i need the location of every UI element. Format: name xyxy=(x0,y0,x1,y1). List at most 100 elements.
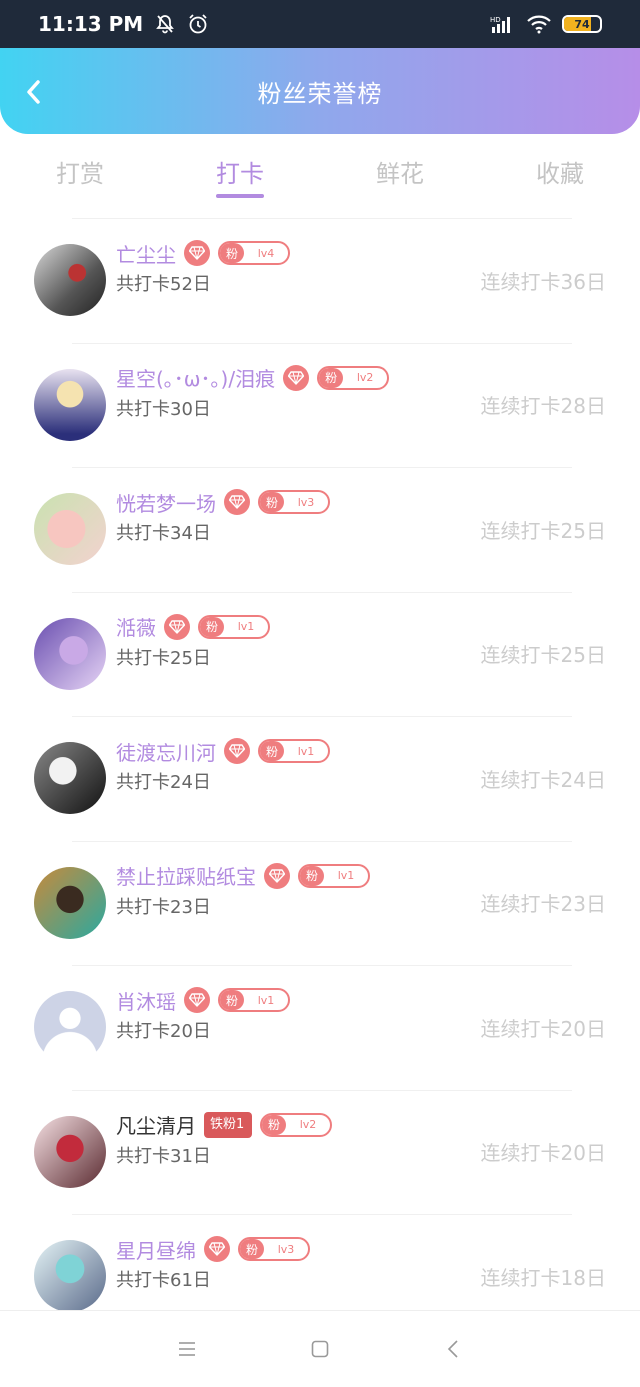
avatar[interactable] xyxy=(34,368,106,441)
avatar[interactable] xyxy=(34,617,106,690)
user-info: 亡尘尘 粉 lv4 共打卡52日 xyxy=(116,238,290,296)
fan-level-badge: 粉 lv2 xyxy=(260,1112,332,1137)
iron-fan-tag: 铁粉1 xyxy=(204,1111,252,1138)
username[interactable]: 亡尘尘 xyxy=(116,239,176,268)
home-button[interactable] xyxy=(300,1329,340,1369)
back-nav-button[interactable] xyxy=(433,1329,473,1369)
total-checkins: 共打卡31日 xyxy=(116,1145,211,1167)
fan-level: lv1 xyxy=(297,744,315,758)
avatar[interactable] xyxy=(34,991,106,1064)
diamond-badge xyxy=(224,738,250,764)
total-checkins: 共打卡25日 xyxy=(116,647,211,669)
fan-row[interactable]: 湉薇 粉 lv1 共打卡25日 连续打卡25日 xyxy=(0,591,640,717)
avatar[interactable] xyxy=(34,742,106,815)
fan-level: lv3 xyxy=(277,1242,295,1256)
fan-level-badge: 粉 lv1 xyxy=(258,739,330,763)
fan-row[interactable]: 星空(｡･ω･｡)/泪痕 粉 lv2 共打卡30日 连续打卡28日 xyxy=(0,342,640,468)
fan-label: 粉 xyxy=(300,865,325,886)
fan-level: lv1 xyxy=(257,993,275,1007)
tab-favorites[interactable]: 收藏 xyxy=(480,134,640,208)
page-title: 粉丝荣誉榜 xyxy=(257,79,383,108)
avatar[interactable] xyxy=(34,493,106,566)
name-line: 肖沐瑶 粉 lv1 xyxy=(116,985,290,1015)
fan-level: lv2 xyxy=(356,371,374,384)
diamond-badge xyxy=(264,862,290,889)
total-checkins: 共打卡61日 xyxy=(116,1270,211,1291)
name-line: 徒渡忘川河 粉 lv1 xyxy=(116,736,330,766)
total-checkins: 共打卡34日 xyxy=(116,523,211,544)
streak-days: 连续打卡24日 xyxy=(480,767,606,792)
user-info: 星空(｡･ω･｡)/泪痕 粉 lv2 共打卡30日 xyxy=(116,363,390,421)
fan-label: 粉 xyxy=(319,367,344,388)
fan-level-badge: 粉 lv1 xyxy=(298,863,370,888)
tab-checkin[interactable]: 打卡 xyxy=(160,134,320,208)
name-line: 恍若梦一场 粉 lv3 xyxy=(116,487,330,517)
wifi-icon xyxy=(526,14,552,34)
tab-label: 打卡 xyxy=(216,159,264,188)
status-time: 11:13 PM xyxy=(38,12,144,36)
back-button[interactable] xyxy=(18,76,50,108)
menu-button[interactable] xyxy=(167,1329,207,1369)
fan-level-badge: 粉 lv2 xyxy=(317,365,390,390)
diamond-icon xyxy=(169,619,185,634)
fan-row[interactable]: 肖沐瑶 粉 lv1 共打卡20日 连续打卡20日 xyxy=(0,965,640,1090)
username[interactable]: 肖沐瑶 xyxy=(116,986,176,1015)
fan-row[interactable]: 凡尘清月 铁粉1 粉 lv2 共打卡31日 连续打卡20日 xyxy=(0,1089,640,1215)
system-nav-bar xyxy=(0,1310,640,1387)
fan-level-badge: 粉 lv3 xyxy=(238,1237,310,1261)
fan-row[interactable]: 恍若梦一场 粉 lv3 共打卡34日 连续打卡25日 xyxy=(0,467,640,592)
menu-icon xyxy=(178,1342,195,1356)
name-line: 湉薇 粉 lv1 xyxy=(116,612,270,642)
streak-days: 连续打卡25日 xyxy=(480,643,606,668)
fan-row[interactable]: 亡尘尘 粉 lv4 共打卡52日 连续打卡36日 xyxy=(0,218,640,343)
battery-level: 74 xyxy=(574,17,590,31)
username[interactable]: 恍若梦一场 xyxy=(116,488,216,517)
avatar[interactable] xyxy=(34,1115,106,1188)
name-line: 禁止拉踩贴纸宝 粉 lv1 xyxy=(116,861,370,891)
active-tab-indicator xyxy=(216,194,264,198)
username[interactable]: 禁止拉踩贴纸宝 xyxy=(116,861,256,890)
name-line: 凡尘清月 铁粉1 粉 lv2 xyxy=(116,1110,332,1140)
avatar[interactable] xyxy=(34,244,106,317)
diamond-icon xyxy=(209,1242,225,1256)
diamond-icon xyxy=(229,495,245,509)
svg-text:HD: HD xyxy=(490,16,501,24)
diamond-icon xyxy=(229,744,245,758)
tab-label: 收藏 xyxy=(536,159,584,188)
avatar[interactable] xyxy=(34,1240,106,1313)
fan-level-badge: 粉 lv1 xyxy=(218,988,290,1012)
username[interactable]: 徒渡忘川河 xyxy=(116,737,216,766)
user-info: 禁止拉踩贴纸宝 粉 lv1 共打卡23日 xyxy=(116,861,370,919)
fan-label: 粉 xyxy=(260,741,285,761)
avatar[interactable] xyxy=(34,866,106,939)
status-bar: 11:13 PM HD 74 xyxy=(0,0,640,48)
user-info: 凡尘清月 铁粉1 粉 lv2 共打卡31日 xyxy=(116,1110,332,1168)
user-info: 湉薇 粉 lv1 共打卡25日 xyxy=(116,612,270,670)
battery-indicator: 74 xyxy=(562,15,602,33)
fan-label: 粉 xyxy=(240,1239,265,1259)
total-checkins: 共打卡30日 xyxy=(116,398,211,420)
tab-flowers[interactable]: 鲜花 xyxy=(320,134,480,208)
fan-list: 亡尘尘粉 lv4 共打卡52日 连续打卡36日 星空(｡･ω･｡)/泪痕粉 lv2 共打卡3… xyxy=(0,218,640,1339)
username[interactable]: 凡尘清月 xyxy=(116,1110,196,1139)
streak-days: 连续打卡20日 xyxy=(480,1141,606,1166)
user-info: 恍若梦一场 粉 lv3 共打卡34日 xyxy=(116,487,330,545)
fan-level: lv3 xyxy=(297,495,315,509)
status-left: 11:13 PM xyxy=(38,12,209,36)
fan-row[interactable]: 徒渡忘川河 粉 lv1 共打卡24日 连续打卡24日 xyxy=(0,716,640,841)
user-info: 徒渡忘川河 粉 lv1 共打卡24日 xyxy=(116,736,330,794)
total-checkins: 共打卡52日 xyxy=(116,274,211,295)
name-line: 星空(｡･ω･｡)/泪痕 粉 lv2 xyxy=(116,363,390,393)
tab-reward[interactable]: 打赏 xyxy=(0,134,160,208)
diamond-icon xyxy=(288,370,305,385)
user-info: 肖沐瑶 粉 lv1 共打卡20日 xyxy=(116,985,290,1043)
fan-level: lv1 xyxy=(237,620,255,633)
fan-row[interactable]: 禁止拉踩贴纸宝 粉 lv1 共打卡23日 连续打卡23日 xyxy=(0,840,640,966)
diamond-icon xyxy=(269,868,285,883)
fan-level-badge: 粉 lv3 xyxy=(258,490,330,514)
username[interactable]: 星空(｡･ω･｡)/泪痕 xyxy=(116,363,275,392)
username[interactable]: 星月昼绵 xyxy=(116,1235,196,1264)
username[interactable]: 湉薇 xyxy=(116,612,156,641)
diamond-icon xyxy=(189,246,205,260)
diamond-badge xyxy=(224,489,250,515)
